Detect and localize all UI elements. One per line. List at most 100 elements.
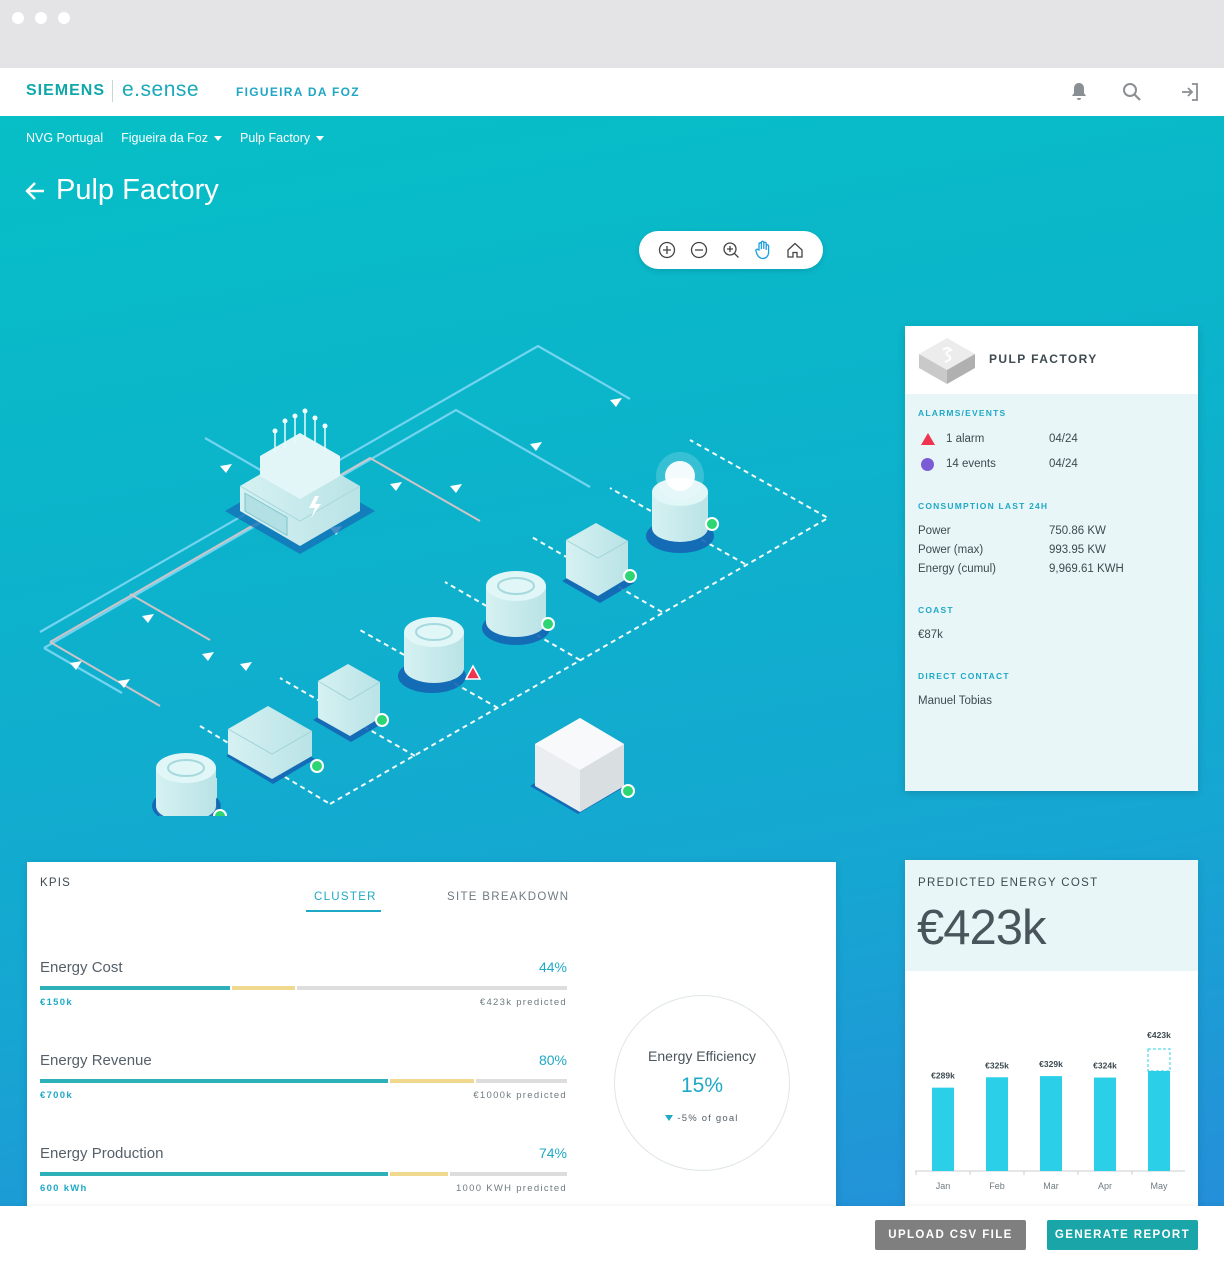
energy-cumul-label: Energy (cumul) (918, 563, 996, 575)
chart-data-label: €329k (1039, 1059, 1063, 1069)
hand-icon[interactable] (752, 239, 774, 261)
breadcrumb-item-nvg[interactable]: NVG Portugal (26, 131, 103, 145)
chart-bar[interactable] (986, 1077, 1008, 1171)
kpi-name: Energy Production (40, 1145, 164, 1162)
main-area: NVG Portugal Figueira da Foz Pulp Factor… (0, 116, 1224, 1206)
alarm-date: 04/24 (1049, 433, 1078, 445)
kpi-name: Energy Cost (40, 959, 123, 976)
browser-chrome (0, 0, 1224, 68)
event-count[interactable]: 14 events (946, 458, 996, 470)
predicted-cost-chart: €289k Jan €325k Feb €329k Mar €324k Apr €423k May (915, 1030, 1185, 1191)
plant-map[interactable] (30, 336, 850, 816)
kpi-panel: KPIS CLUSTER SITE BREAKDOWN Energy Cost … (27, 862, 836, 1206)
chart-bar[interactable] (932, 1087, 954, 1171)
breadcrumb-item-pulp[interactable]: Pulp Factory (240, 131, 325, 145)
chart-tick-label: Apr (1098, 1181, 1112, 1191)
footer-bar: UPLOAD CSV FILE GENERATE REPORT (0, 1206, 1224, 1264)
kpi-predicted-value: 1000 KWH predicted (455, 1183, 567, 1194)
bar-remaining (476, 1079, 567, 1083)
predicted-cost-value: €423k (917, 901, 1047, 955)
chart-data-label: €324k (1093, 1061, 1117, 1071)
brand-logo[interactable]: SIEMENS (26, 82, 105, 100)
breadcrumb-label: NVG Portugal (26, 131, 104, 145)
predicted-cost-panel: PREDICTED ENERGY COST €423k €289k Jan €325… (905, 860, 1198, 1206)
power-max-value: 993.95 KW (1049, 544, 1106, 556)
contact-name[interactable]: Manuel Tobias (918, 695, 992, 707)
chart-bar[interactable] (1040, 1076, 1062, 1171)
chart-bar[interactable] (1094, 1077, 1116, 1171)
app-header: SIEMENS e.sense FIGUEIRA DA FOZ (0, 68, 1224, 116)
efficiency-goal-text: -5% of goal (677, 1113, 739, 1124)
kpi-progress-bar (40, 986, 567, 990)
chart-tick-label: Mar (1043, 1181, 1059, 1191)
chart-bar[interactable] (1148, 1071, 1170, 1171)
page-title: Pulp Factory (24, 174, 219, 207)
kpi-actual-value: €150k (40, 997, 73, 1008)
bar-forecast (389, 1172, 448, 1176)
logout-icon[interactable] (1178, 80, 1202, 104)
bar-remaining (449, 1172, 567, 1176)
bar-actual (40, 1079, 388, 1083)
upload-csv-button[interactable]: UPLOAD CSV FILE (875, 1220, 1026, 1250)
energy-cumul-value: 9,969.61 KWH (1049, 563, 1124, 575)
power-label: Power (918, 525, 951, 537)
chart-data-label: €325k (985, 1060, 1009, 1070)
window-dot-minimize[interactable] (35, 12, 47, 24)
efficiency-title: Energy Efficiency (648, 1048, 756, 1064)
bar-forecast (389, 1079, 475, 1083)
chart-tick-label: Feb (989, 1181, 1005, 1191)
alarm-triangle-icon (921, 433, 935, 445)
chart-tick-label: May (1150, 1181, 1168, 1191)
kpi-actual-value: 600 kWh (40, 1183, 88, 1194)
generate-report-button[interactable]: GENERATE REPORT (1047, 1220, 1198, 1250)
search-icon[interactable] (1120, 80, 1144, 104)
bar-remaining (296, 986, 567, 990)
page-title-text: Pulp Factory (56, 174, 219, 206)
zoom-out-icon[interactable] (688, 239, 710, 261)
coast-section-label: COAST (918, 605, 954, 615)
kpi-predicted-value: €1000k predicted (473, 1090, 567, 1101)
window-dot-maximize[interactable] (58, 12, 70, 24)
predicted-cost-label: PREDICTED ENERGY COST (918, 877, 1099, 889)
bar-actual (40, 1172, 388, 1176)
predicted-cost-header: PREDICTED ENERGY COST €423k (905, 860, 1198, 971)
site-info-header: PULP FACTORY (905, 326, 1198, 394)
caret-down-icon (213, 135, 222, 141)
brand-divider (112, 80, 113, 102)
bell-icon[interactable] (1067, 80, 1091, 104)
breadcrumb-item-figueira[interactable]: Figueira da Foz (121, 131, 222, 145)
home-icon[interactable] (784, 239, 806, 261)
window-dot-close[interactable] (12, 12, 24, 24)
chart-tick-label: Jan (936, 1181, 951, 1191)
zoom-search-icon[interactable] (720, 239, 742, 261)
efficiency-gauge: Energy Efficiency 15% -5% of goal (614, 995, 790, 1171)
map-toolbar (639, 231, 823, 269)
site-info-title: PULP FACTORY (989, 352, 1098, 366)
bar-predicted-outline (1147, 1048, 1171, 1072)
site-info-panel: PULP FACTORY ALARMS/EVENTS 1 alarm 04/24… (905, 326, 1198, 791)
consumption-section-label: CONSUMPTION LAST 24H (918, 501, 1049, 511)
tab-active-indicator (306, 910, 381, 912)
tab-site-breakdown[interactable]: SITE BREAKDOWN (447, 891, 569, 903)
coast-value: €87k (918, 629, 943, 641)
caret-down-icon (316, 135, 325, 141)
kpi-predicted-value: €423k predicted (479, 997, 567, 1008)
alarm-count[interactable]: 1 alarm (946, 433, 984, 445)
back-arrow-icon[interactable] (24, 180, 46, 202)
product-name: e.sense (122, 78, 200, 101)
event-date: 04/24 (1049, 458, 1078, 470)
power-value: 750.86 KW (1049, 525, 1106, 537)
kpi-percent: 80% (538, 1052, 567, 1068)
kpi-actual-value: €700k (40, 1090, 73, 1101)
tab-cluster[interactable]: CLUSTER (314, 891, 377, 903)
chart-data-label: €423k (1147, 1030, 1171, 1040)
breadcrumb: NVG Portugal Figueira da Foz Pulp Factor… (26, 131, 342, 145)
zoom-in-icon[interactable] (656, 239, 678, 261)
alarms-section-label: ALARMS/EVENTS (918, 408, 1007, 418)
chart-data-label: €289k (931, 1071, 955, 1081)
breadcrumb-label: Figueira da Foz (121, 131, 208, 145)
factory-cube-icon (919, 338, 975, 384)
efficiency-value: 15% (680, 1074, 724, 1097)
power-max-label: Power (max) (918, 544, 984, 556)
kpi-percent: 74% (538, 1145, 567, 1161)
